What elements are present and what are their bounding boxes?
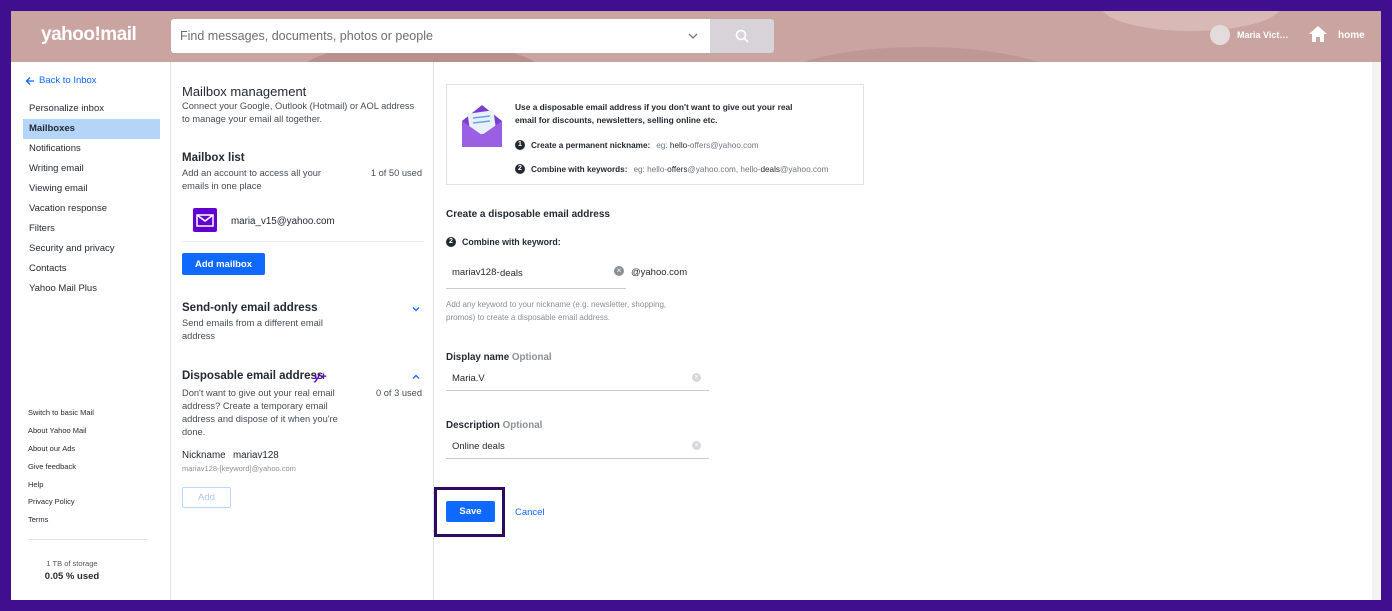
disposable-count: 0 of 3 used [375,388,422,398]
cancel-link[interactable]: Cancel [515,507,545,518]
search-box [171,19,710,53]
app-window: yahoo!mail Maria Victoria home Back to I… [11,11,1381,600]
disposable-title[interactable]: Disposable email address [182,370,323,382]
divider [28,539,148,540]
step-2-example: eg: hello-offers@yahoo.com, hello-deals@… [633,164,829,174]
user-name[interactable]: Maria Victoria [1237,30,1289,40]
keyword-field: mariav128- × [446,255,626,289]
back-to-inbox-link[interactable]: Back to Inbox [25,75,97,86]
chevron-up-icon[interactable] [411,372,421,382]
display-name-input[interactable] [452,369,682,387]
nickname-value: mariav128 [233,450,279,461]
home-icon[interactable] [1308,24,1328,44]
mailbox-envelope-icon [193,208,217,232]
sidebar-item-security-privacy[interactable]: Security and privacy [23,239,160,259]
description-label: Description Optional [446,420,543,431]
mailbox-list-desc: Add an account to access all your emails… [182,168,322,191]
step-number-badge: 1 [515,140,525,150]
footer-link-about-ads[interactable]: About our Ads [28,444,75,453]
settings-sidebar: Back to Inbox Personalize inbox Mailboxe… [11,62,171,600]
mailbox-list-count: 1 of 50 used [370,168,422,178]
arrow-left-icon [25,76,34,85]
mailbox-management-panel: Mailbox management Connect your Google, … [171,62,434,600]
send-only-desc: Send emails from a different email addre… [182,318,323,341]
user-avatar[interactable] [1210,25,1230,45]
display-name-label: Display name Optional [446,352,552,363]
step-number-badge: 2 [515,164,525,174]
clear-icon[interactable]: × [692,373,701,382]
chevron-down-icon[interactable] [688,31,698,41]
storage-used: 0.05 % used [44,571,100,582]
footer-link-about-yahoo-mail[interactable]: About Yahoo Mail [28,426,87,435]
clear-icon[interactable]: × [614,266,624,276]
search-button[interactable] [710,19,774,53]
sidebar-item-contacts[interactable]: Contacts [23,259,160,279]
info-card: Use a disposable email address if you do… [446,84,864,185]
mailbox-management-desc: Connect your Google, Outlook (Hotmail) o… [182,101,415,124]
keyword-prefix: mariav128- [452,267,500,278]
sidebar-item-personalize-inbox[interactable]: Personalize inbox [23,99,160,119]
footer-link-privacy-policy[interactable]: Privacy Policy [28,497,75,506]
mailbox-row[interactable]: maria_v15@yahoo.com [182,208,423,242]
keyword-help-text: Add any keyword to your nickname (e.g. n… [446,300,667,322]
description-field: × [446,433,709,459]
step-2-label: Combine with keywords: [531,164,628,174]
add-disposable-button[interactable]: Add [182,487,231,508]
footer-link-basic-mail[interactable]: Switch to basic Mail [28,408,94,417]
keyword-input[interactable] [500,263,610,283]
create-disposable-title: Create a disposable email address [446,209,610,220]
storage-label: 1 TB of storage [46,559,98,568]
step-number-badge: 2 [446,237,456,247]
info-intro: Use a disposable email address if you do… [515,102,793,125]
send-only-title[interactable]: Send-only email address [182,302,318,314]
display-name-field: × [446,365,709,391]
step-1-example: eg: hello-offers@yahoo.com [656,140,759,150]
step-1-label: Create a permanent nickname: [531,140,651,150]
description-input[interactable] [452,437,682,455]
yahoo-mail-logo[interactable]: yahoo!mail [41,24,137,46]
envelope-illustration-icon [462,105,502,147]
keyword-domain: @yahoo.com [631,267,688,278]
search-icon [735,29,749,43]
mailbox-list-title: Mailbox list [182,152,245,164]
sidebar-item-vacation-response[interactable]: Vacation response [23,199,160,219]
info-step-1: 1 Create a permanent nickname: eg: hello… [515,140,759,150]
footer-link-help[interactable]: Help [28,480,43,489]
info-step-2: 2 Combine with keywords: eg: hello-offer… [515,164,828,174]
sidebar-item-viewing-email[interactable]: Viewing email [23,179,160,199]
search-input[interactable] [171,19,651,53]
sidebar-item-writing-email[interactable]: Writing email [23,159,160,179]
back-to-inbox-label: Back to Inbox [39,75,97,86]
footer-link-terms[interactable]: Terms [28,515,48,524]
sidebar-item-mailboxes[interactable]: Mailboxes [23,119,160,139]
nickname-label: Nickname [182,450,226,461]
home-link[interactable]: home [1338,30,1365,41]
header-background-hill [771,47,1071,62]
clear-icon[interactable]: × [692,441,701,450]
disposable-desc: Don't want to give out your real email a… [182,388,338,437]
scrollbar[interactable] [1372,62,1381,600]
chevron-down-icon[interactable] [411,304,421,314]
mailbox-email: maria_v15@yahoo.com [231,216,335,227]
combine-keyword-label: 2 Combine with keyword: [446,237,561,247]
footer-link-give-feedback[interactable]: Give feedback [28,462,76,471]
nickname-template: mariav128-[keyword]@yahoo.com [182,464,296,473]
yahoo-plus-badge: y+ [314,371,327,383]
header-background-cloud [1101,11,1281,31]
add-mailbox-button[interactable]: Add mailbox [182,253,265,275]
sidebar-item-filters[interactable]: Filters [23,219,160,239]
mailbox-management-title: Mailbox management [182,84,307,99]
sidebar-item-notifications[interactable]: Notifications [23,139,160,159]
save-button[interactable]: Save [446,501,495,522]
disposable-address-form: Use a disposable email address if you do… [434,62,1381,600]
sidebar-item-yahoo-mail-plus[interactable]: Yahoo Mail Plus [23,279,160,299]
header-bar: yahoo!mail Maria Victoria home [11,11,1381,62]
